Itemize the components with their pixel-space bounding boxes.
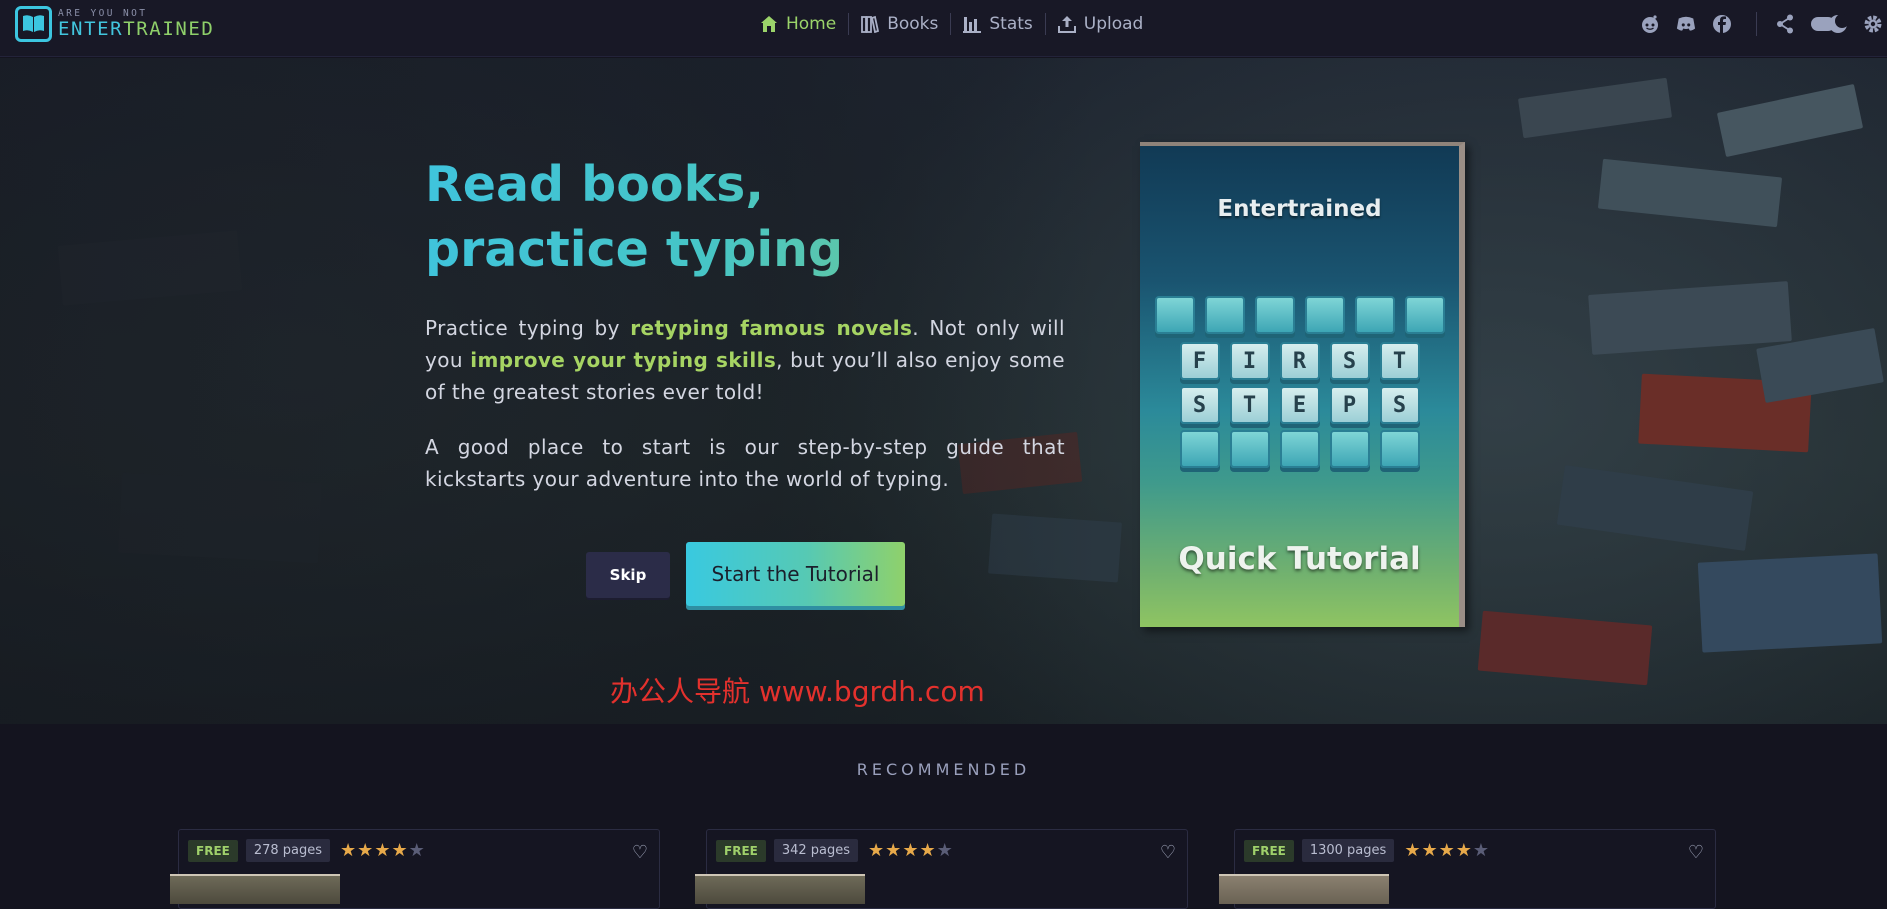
reddit-icon[interactable] [1640,14,1660,34]
background-books-image [1716,83,1864,158]
book-thumbnail [1219,874,1389,904]
star-icon: ★ [1455,839,1472,861]
facebook-icon[interactable] [1712,14,1732,34]
logo-name: ENTERTRAINED [58,18,215,41]
logo-tagline: ARE YOU NOT [58,7,148,19]
keycap [1254,296,1295,334]
star-half-icon: ★ [408,839,425,861]
keycap-letter: F [1179,342,1220,380]
keycap-letter: R [1279,342,1320,380]
rating-stars: ★ ★ ★ ★ ★ [868,839,953,861]
star-icon: ★ [374,839,391,861]
rating-stars: ★ ★ ★ ★ ★ [340,839,425,861]
rating-stars: ★ ★ ★ ★ ★ [1404,839,1490,861]
hero-title: Read books, practice typing [425,152,945,282]
nav-upload-label: Upload [1083,14,1144,34]
free-badge: FREE [716,839,766,862]
star-icon: ★ [357,839,374,861]
favorite-heart-icon[interactable]: ♡ [1688,842,1704,863]
favorite-heart-icon[interactable]: ♡ [632,842,648,863]
book-thumbnail [170,874,340,904]
nav-home[interactable]: Home [758,14,848,34]
page-count-badge: 278 pages [245,839,331,862]
star-icon: ★ [391,839,408,861]
settings-icon[interactable] [1863,14,1883,34]
star-icon: ★ [1421,839,1438,861]
keycap [1379,430,1420,468]
keycap [1304,296,1345,334]
upload-icon [1057,16,1076,33]
keycap-letter: T [1379,342,1420,380]
toolbar-divider [1756,12,1757,36]
background-books-image [1588,281,1792,355]
cover-subtitle: Quick Tutorial [1178,541,1421,577]
top-navbar: ARE YOU NOT ENTERTRAINED Home Books Stat… [0,0,1887,57]
star-icon: ★ [868,839,885,861]
home-icon [761,16,777,32]
books-icon [861,15,880,33]
background-books-image [1697,553,1883,653]
nav-home-label: Home [786,14,837,34]
keycap-letter: E [1279,386,1320,424]
keycap [1204,296,1245,334]
star-half-icon: ★ [1472,839,1490,861]
keycap [1154,296,1195,334]
cover-title: Entertrained [1217,196,1382,222]
free-badge: FREE [188,839,238,862]
nav-books[interactable]: Books [849,14,950,34]
background-books-image [1477,610,1653,686]
favorite-heart-icon[interactable]: ♡ [1160,842,1176,863]
keycap-letter: S [1379,386,1420,424]
share-icon[interactable] [1775,14,1795,34]
main-nav: Home Books Stats Upload [758,12,1155,36]
star-icon: ★ [885,839,902,861]
star-icon: ★ [1404,839,1421,861]
book-card[interactable]: FREE 1300 pages ★ ★ ★ ★ ★ ♡ [1219,829,1716,909]
keycap [1179,430,1220,468]
hero-guide-paragraph: A good place to start is our step-by-ste… [425,435,1065,491]
stats-icon [963,17,982,33]
hero-section: Read books, practice typing Practice typ… [0,58,1887,724]
keycap-letter: S [1179,386,1220,424]
keycap-letter: I [1229,342,1270,380]
book-card[interactable]: FREE 278 pages ★ ★ ★ ★ ★ ♡ [170,829,660,909]
keyboard-illustration: F I R S T S T E P S [1140,296,1459,476]
site-logo[interactable]: ARE YOU NOT ENTERTRAINED [15,6,214,42]
discord-icon[interactable] [1676,14,1696,34]
tutorial-book-cover[interactable]: Entertrained F I R S T S T E P S Quick T… [1140,142,1465,627]
background-books-image [1517,77,1673,139]
keycap [1329,430,1370,468]
hero-intro-paragraph: Practice typing by retyping famous novel… [425,316,1065,404]
watermark-text: 办公人导航 www.bgrdh.com [610,675,985,708]
skip-button[interactable]: Skip [586,552,670,598]
star-icon: ★ [902,839,919,861]
book-card[interactable]: FREE 342 pages ★ ★ ★ ★ ★ ♡ [695,829,1188,909]
keycap [1354,296,1395,334]
star-icon: ★ [1438,839,1455,861]
star-half-icon: ★ [936,839,953,861]
nav-stats-label: Stats [989,14,1033,34]
star-icon: ★ [340,839,357,861]
keycap-letter: P [1329,386,1370,424]
page-count-badge: 342 pages [773,839,859,862]
theme-toggle-icon[interactable] [1811,14,1847,34]
background-books-image [1597,158,1783,228]
book-logo-icon [15,6,52,42]
nav-books-label: Books [887,14,939,34]
background-books-image [1556,465,1754,551]
keycap [1279,430,1320,468]
keycap-letter: S [1329,342,1370,380]
page-count-badge: 1300 pages [1301,839,1395,862]
keycap [1229,430,1270,468]
nav-stats[interactable]: Stats [951,14,1044,34]
start-tutorial-button[interactable]: Start the Tutorial [686,542,905,606]
nav-upload[interactable]: Upload [1046,14,1156,34]
recommended-heading: RECOMMENDED [856,760,1031,779]
book-thumbnail [695,874,865,904]
star-icon: ★ [919,839,936,861]
keycap-letter: T [1229,386,1270,424]
top-right-actions [1640,12,1887,36]
keycap [1404,296,1445,334]
free-badge: FREE [1244,839,1294,862]
